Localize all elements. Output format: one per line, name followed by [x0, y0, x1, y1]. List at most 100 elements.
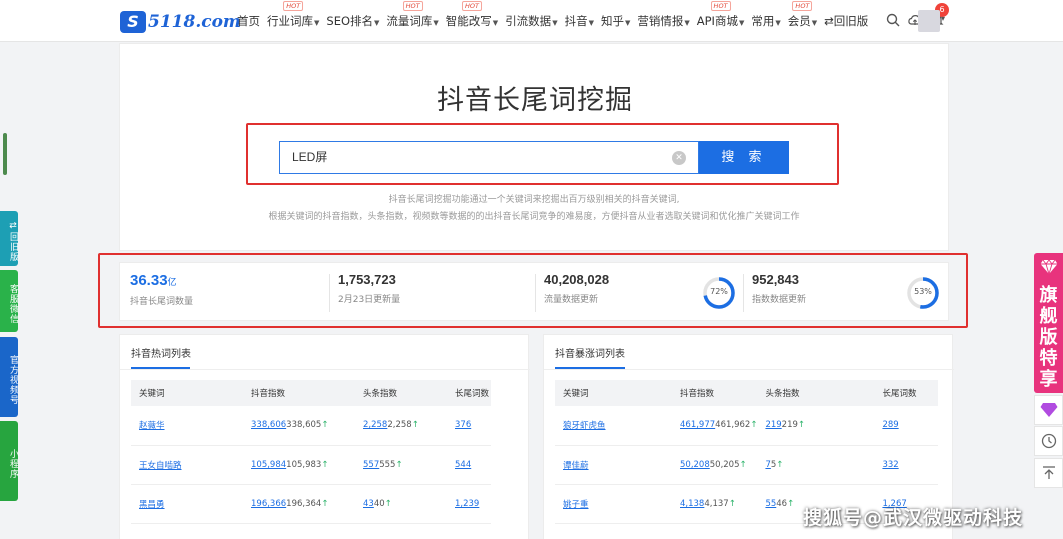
column-header: 抖音指数	[672, 380, 758, 406]
nav-item-label: SEO排名	[326, 14, 374, 28]
nav-item[interactable]: 行业词库▼ HOT	[267, 1, 319, 29]
left-rail-tab[interactable]: 官方视频号	[0, 337, 18, 417]
douyin-index-link[interactable]: 105,984	[251, 460, 286, 470]
douyin-index-link[interactable]: 461,977	[680, 420, 715, 430]
arrow-up-icon: ↑	[728, 498, 736, 509]
hot-badge: HOT	[402, 1, 423, 11]
douyin-index-cell: 461,977461,962↑	[672, 406, 758, 446]
nav-item-label: 抖音	[564, 14, 588, 28]
keyword-link[interactable]: 王女自啮路	[139, 461, 182, 471]
nav-item[interactable]: 常用▼	[751, 13, 780, 29]
hot-badge: HOT	[461, 1, 482, 11]
nav-item[interactable]: 营销情报▼	[637, 13, 689, 29]
nav-item-label: 引流数据	[505, 14, 552, 28]
nav-item[interactable]: 流量词库▼ HOT	[386, 1, 439, 29]
douyin-index-cell: 4,1384,137↑	[672, 484, 758, 524]
keyword-link[interactable]: 狼牙虾虎鱼	[563, 421, 606, 431]
search-icon[interactable]	[885, 12, 901, 28]
nav-item[interactable]: SEO排名▼	[326, 13, 379, 29]
avatar[interactable]	[918, 10, 940, 32]
clear-icon[interactable]: ✕	[672, 151, 686, 165]
vip-diamond-button[interactable]	[1034, 395, 1063, 425]
search-button[interactable]: 搜 索	[699, 141, 789, 174]
surge-words-table: 关键词 抖音指数 头条指数 长尾词数 狼牙虾虎鱼 461,977461,962↑ 2…	[555, 380, 938, 524]
toutiao-index-link[interactable]: 219	[765, 420, 781, 430]
douyin-index-link[interactable]: 338,606	[251, 420, 286, 430]
nav-item[interactable]: ⇄回旧版	[824, 13, 868, 29]
left-rail-tab[interactable]: 客服微信	[0, 270, 18, 332]
flagship-promo-label: 旗舰版特享	[1039, 285, 1058, 390]
longtail-link[interactable]: 544	[455, 460, 471, 470]
nav-item-label: 会员	[787, 14, 811, 28]
keyword-link[interactable]: 谭佳蔚	[563, 461, 589, 471]
stat-label: 2月23日更新量	[338, 295, 401, 305]
search-input[interactable]: LED屏	[279, 141, 699, 174]
nav-item[interactable]: 知乎▼	[601, 13, 630, 29]
caret-down-icon: ▼	[374, 19, 380, 27]
toutiao-index-prev: 219	[781, 420, 798, 431]
arrow-up-icon: ↑	[739, 459, 747, 470]
table-row: 黑昌勇 196,366196,364↑ 4340↑ 1,239	[131, 484, 491, 524]
nav-item-label: 知乎	[600, 14, 624, 28]
nav-item[interactable]: 抖音▼	[565, 13, 594, 29]
stat-unit: 亿	[167, 277, 177, 287]
douyin-index-link[interactable]: 4,138	[680, 499, 704, 509]
nav-item[interactable]: API商城▼ HOT	[697, 1, 744, 29]
stat-label: 流量数据更新	[544, 295, 599, 305]
column-header: 长尾词数	[874, 380, 938, 406]
highlight-box-stats	[98, 253, 968, 328]
longtail-link[interactable]: 376	[455, 420, 471, 430]
nav-item-label: 首页	[237, 14, 260, 28]
stat-value: 1,753,723	[338, 272, 396, 287]
nav-item[interactable]: 智能改写▼ HOT	[446, 1, 498, 29]
caret-down-icon: ▼	[433, 19, 439, 27]
logo-mark-icon: S	[120, 11, 146, 33]
left-rail-tab[interactable]: 小程序	[0, 421, 18, 501]
toutiao-index-link[interactable]: 43	[363, 499, 374, 509]
longtail-link[interactable]: 332	[882, 460, 898, 470]
nav-item[interactable]: 首页	[237, 13, 260, 29]
douyin-index-link[interactable]: 50,208	[680, 460, 710, 470]
stat-label: 抖音长尾词数量	[130, 297, 194, 307]
hot-badge: HOT	[283, 1, 304, 11]
keyword-cell: 谭佳蔚	[555, 445, 672, 485]
douyin-index-link[interactable]: 196,366	[251, 499, 286, 509]
caret-down-icon: ▼	[811, 19, 818, 27]
hot-badge: HOT	[792, 1, 813, 11]
toutiao-index-link[interactable]: 55	[765, 499, 776, 509]
panel-title[interactable]: 抖音暴涨词列表	[555, 345, 625, 360]
back-to-top-button[interactable]	[1034, 458, 1063, 488]
arrow-up-icon: ↑	[384, 498, 392, 509]
panel-title[interactable]: 抖音热词列表	[131, 345, 191, 360]
history-button[interactable]	[1034, 426, 1063, 456]
keyword-link[interactable]: 赵薇华	[139, 421, 165, 431]
keyword-cell: 王女自啮路	[131, 445, 243, 485]
nav-item-label: 行业词库	[267, 14, 313, 28]
keyword-cell: 姚子重	[555, 484, 672, 524]
brand-logo[interactable]: S 5118.com	[120, 11, 241, 33]
left-rail-tab[interactable]: ⇄回旧版	[0, 211, 18, 266]
stat-longtail-count: 36.33亿 抖音长尾词数量	[130, 272, 193, 307]
douyin-index-prev: 338,605	[286, 420, 322, 431]
douyin-index-prev: 105,983	[286, 459, 322, 470]
clock-icon	[1041, 433, 1056, 449]
hot-words-table: 关键词 抖音指数 头条指数 长尾词数 赵薇华 338,606338,605↑ 2,2…	[131, 380, 491, 524]
longtail-link[interactable]: 289	[882, 420, 898, 430]
divider	[329, 274, 330, 312]
keyword-cell: 赵薇华	[131, 406, 243, 446]
keyword-link[interactable]: 黑昌勇	[139, 500, 165, 510]
scroll-handle[interactable]	[3, 133, 7, 175]
nav-item[interactable]: 会员▼ HOT	[787, 1, 818, 29]
nav-item[interactable]: 引流数据▼	[505, 13, 557, 29]
toutiao-index-link[interactable]: 557	[363, 460, 379, 470]
column-header: 抖音指数	[243, 380, 355, 406]
chevron-down-icon[interactable]: ▾	[941, 14, 945, 23]
keyword-link[interactable]: 姚子重	[563, 500, 589, 510]
page-title: 抖音长尾词挖掘	[437, 85, 633, 116]
douyin-index-prev: 461,962	[715, 420, 751, 431]
watermark: 搜狐号@武汉微驱动科技	[803, 507, 1024, 529]
arrow-up-icon: ↑	[787, 498, 795, 509]
toutiao-index-link[interactable]: 2,258	[363, 420, 387, 430]
longtail-link[interactable]: 1,239	[455, 499, 479, 509]
stat-index-update: 952,843 指数数据更新	[752, 272, 806, 305]
